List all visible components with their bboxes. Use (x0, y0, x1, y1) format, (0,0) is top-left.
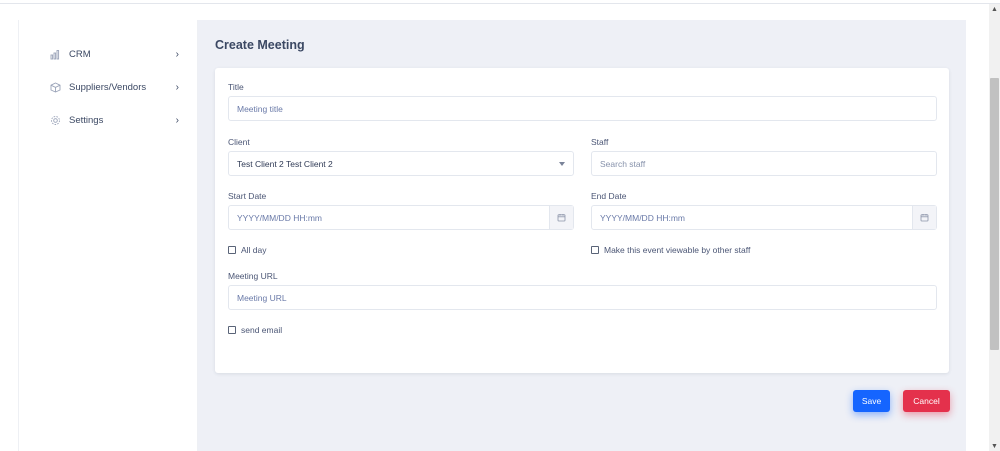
meeting-url-placeholder: Meeting URL (237, 292, 287, 303)
send-email-label: send email (241, 325, 283, 335)
staff-label: Staff (591, 137, 609, 147)
sidebar-item-suppliers-vendors[interactable]: Suppliers/Vendors › (49, 78, 179, 96)
staff-search-input[interactable]: Search staff (591, 151, 937, 176)
calendar-icon[interactable] (549, 206, 573, 229)
checkbox-box[interactable] (228, 246, 236, 254)
sidebar-item-crm[interactable]: CRM › (49, 45, 179, 63)
sidebar-item-label: CRM (69, 48, 91, 60)
start-date-input[interactable]: YYYY/MM/DD HH:mm (228, 205, 574, 230)
box-icon (49, 81, 61, 93)
bar-chart-icon (49, 48, 61, 60)
start-date-placeholder: YYYY/MM/DD HH:mm (237, 212, 322, 223)
chevron-right-icon: › (175, 114, 179, 126)
staff-placeholder: Search staff (600, 158, 646, 169)
page-title: Create Meeting (215, 38, 305, 52)
meeting-url-input[interactable]: Meeting URL (228, 285, 937, 310)
title-placeholder: Meeting title (237, 103, 283, 114)
scroll-up-icon[interactable]: ▲ (989, 4, 1000, 14)
title-input[interactable]: Meeting title (228, 96, 937, 121)
title-label: Title (228, 82, 244, 92)
sidebar-item-label: Settings (69, 114, 104, 126)
send-email-checkbox[interactable]: send email (228, 325, 282, 335)
all-day-checkbox[interactable]: All day (228, 245, 267, 255)
viewable-label: Make this event viewable by other staff (604, 245, 751, 255)
chevron-right-icon: › (175, 48, 179, 60)
sidebar-item-settings[interactable]: Settings › (49, 111, 179, 129)
calendar-icon[interactable] (912, 206, 936, 229)
page-scrollbar[interactable]: ▲ ▼ (989, 4, 1000, 451)
checkbox-box[interactable] (228, 326, 236, 334)
caret-down-icon (559, 162, 565, 166)
client-select[interactable]: Test Client 2 Test Client 2 (228, 151, 574, 176)
chevron-right-icon: › (175, 81, 179, 93)
client-selected-value: Test Client 2 Test Client 2 (237, 158, 333, 169)
start-date-label: Start Date (228, 191, 267, 201)
scroll-down-icon[interactable]: ▼ (989, 441, 1000, 451)
checkbox-box[interactable] (591, 246, 599, 254)
meeting-url-label: Meeting URL (228, 271, 278, 281)
meeting-form-card: Title Meeting title Client Test Client 2… (215, 68, 949, 373)
end-date-input[interactable]: YYYY/MM/DD HH:mm (591, 205, 937, 230)
cancel-button[interactable]: Cancel (903, 390, 950, 412)
sidebar: CRM › Suppliers/Vendors › Settings › (18, 20, 198, 451)
main-content: Create Meeting Title Meeting title Clien… (198, 20, 966, 451)
all-day-label: All day (241, 245, 267, 255)
sidebar-item-label: Suppliers/Vendors (69, 81, 147, 93)
top-bar (0, 0, 1000, 4)
end-date-placeholder: YYYY/MM/DD HH:mm (600, 212, 685, 223)
client-label: Client (228, 137, 250, 147)
scroll-thumb[interactable] (990, 78, 999, 350)
viewable-by-staff-checkbox[interactable]: Make this event viewable by other staff (591, 245, 750, 255)
save-button[interactable]: Save (853, 390, 890, 412)
end-date-label: End Date (591, 191, 627, 201)
gear-icon (49, 114, 61, 126)
